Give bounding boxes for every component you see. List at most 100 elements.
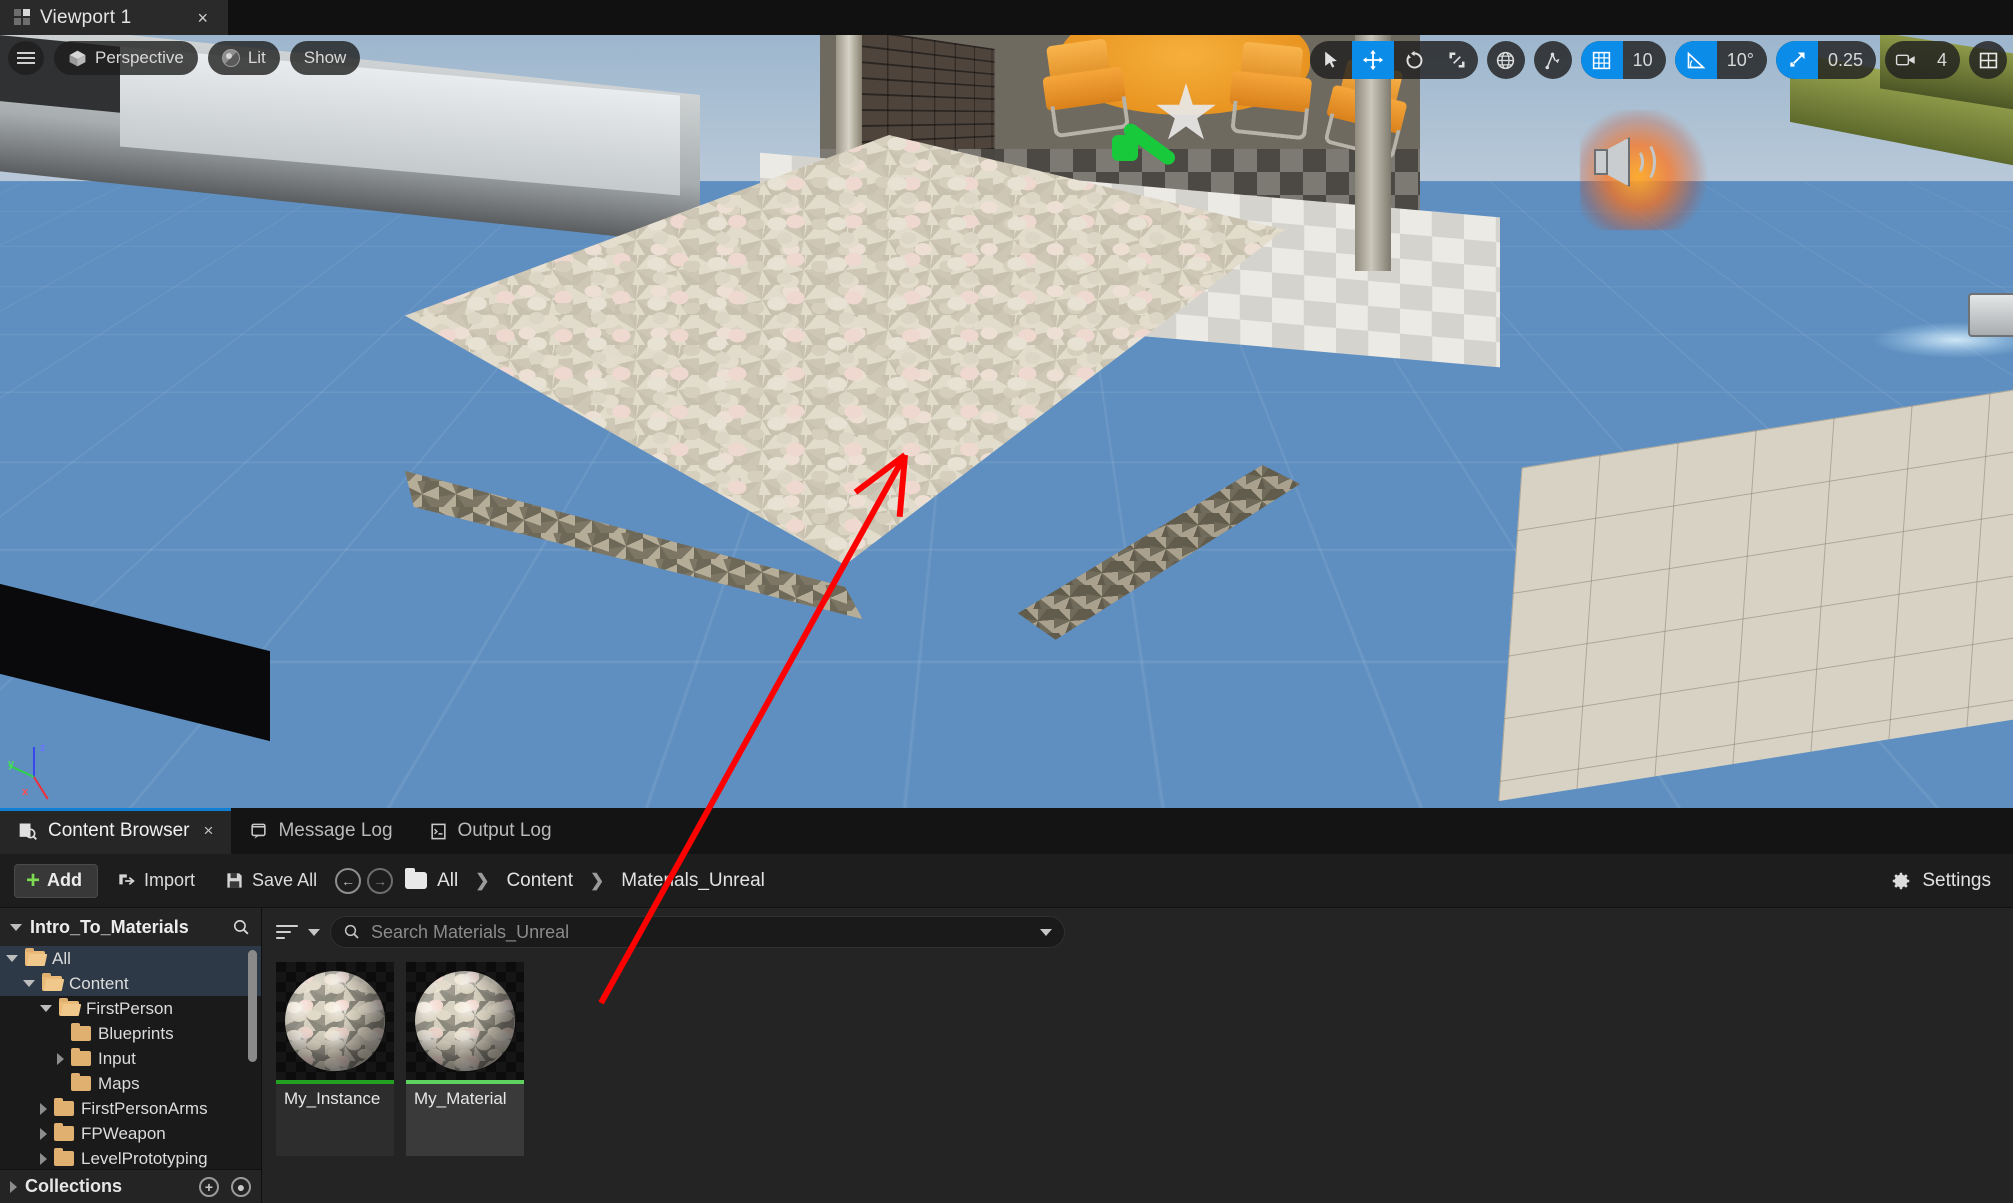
filter-icon[interactable] [276,924,298,940]
axis-label-x: x [22,786,29,798]
tab-viewport-1[interactable]: Viewport 1 × [0,0,228,35]
tree-node-label: Maps [98,1073,140,1093]
import-button[interactable]: Import [104,864,207,898]
collections-header[interactable]: Collections + ● [0,1169,261,1203]
tree-node-label: Input [98,1048,136,1068]
viewport-green-gizmo[interactable] [1112,93,1188,168]
camera-speed-group: 4 [1884,41,1960,79]
breadcrumb-item-content[interactable]: Content [502,870,577,892]
asset-tile[interactable]: My_Instance [276,962,394,1156]
search-placeholder: Search Materials_Unreal [371,921,570,942]
close-icon[interactable]: × [193,7,212,29]
chevron-down-icon[interactable] [10,923,22,931]
viewport-menu-button[interactable] [8,41,44,75]
breadcrumb-item-all[interactable]: All [433,870,462,892]
viewport-toolbar-left: Perspective Lit Show [8,41,361,75]
asset-tile[interactable]: My_Material [406,962,524,1156]
tree-header[interactable]: Intro_To_Materials [0,908,261,946]
scale-tool-button[interactable] [1436,41,1478,79]
folder-icon [42,973,62,991]
scale-snap-value[interactable]: 0.25 [1818,41,1876,79]
scale-snap-button[interactable] [1775,41,1818,79]
viewport-water-particles [1700,280,2013,400]
show-menu-label: Show [303,48,347,67]
audio-source-icon[interactable] [1594,133,1666,195]
folder-icon [71,1073,91,1091]
chevron-down-icon[interactable] [308,928,320,936]
view-mode-button[interactable]: Lit [207,41,280,75]
source-tree-panel: Intro_To_Materials All Content FirstPerson… [0,908,262,1203]
viewport-layout-button[interactable] [1969,41,2007,79]
asset-thumbnail [406,962,524,1080]
level-viewport[interactable]: z y x Perspective Lit Show 10 10° 0.25 4 [0,35,2013,808]
show-menu-button[interactable]: Show [289,41,361,75]
tree-node-maps[interactable]: Maps [0,1071,261,1096]
search-icon [344,924,359,939]
add-button[interactable]: + Add [14,863,99,898]
forward-arrow-icon[interactable]: → [367,867,394,894]
camera-speed-button[interactable] [1885,41,1927,79]
angle-snap-value[interactable]: 10° [1717,41,1767,79]
collections-label: Collections [25,1176,123,1196]
tab-output-log[interactable]: Output Log [411,808,570,854]
content-browser-toolbar: + Add Import Save All ← → All ❯ Content … [0,854,2013,908]
tree-scrollbar[interactable] [248,950,257,1062]
camera-mode-button[interactable]: Perspective [54,41,198,75]
camera-speed-value[interactable]: 4 [1927,41,1960,79]
back-arrow-icon[interactable]: ← [335,867,362,894]
move-tool-button[interactable] [1351,41,1394,79]
chevron-right-icon[interactable] [40,1102,47,1115]
breadcrumb-item-materials-unreal[interactable]: Materials_Unreal [617,870,769,892]
chevron-down-icon[interactable] [40,1005,52,1012]
chevron-right-icon[interactable] [40,1127,47,1140]
rotate-icon [1406,50,1423,68]
angle-snap-button[interactable] [1674,41,1717,79]
chevron-right-icon[interactable] [10,1180,17,1193]
panel-tab-strip: Content Browser × Message Log Output Log [0,808,2013,854]
plus-circle-icon[interactable]: + [199,1176,219,1197]
chevron-down-icon[interactable] [6,955,18,962]
tree-node-label: FirstPersonArms [81,1098,208,1118]
chevron-down-icon[interactable] [1040,928,1052,936]
close-icon[interactable]: × [204,821,214,841]
tree-node-input[interactable]: Input [0,1046,261,1071]
tree-node-fpweapon[interactable]: FPWeapon [0,1121,261,1146]
chevron-down-icon[interactable] [23,980,35,987]
tab-content-browser[interactable]: Content Browser × [0,808,232,854]
tree-node-firstpersonarms[interactable]: FirstPersonArms [0,1096,261,1121]
tree-node-label: Content [69,973,129,993]
chevron-right-icon[interactable] [57,1052,64,1065]
select-tool-button[interactable] [1310,41,1352,79]
tree-node-firstperson[interactable]: FirstPerson [0,996,261,1021]
tab-message-log[interactable]: Message Log [231,808,410,854]
scale-diagonal-icon [1790,52,1805,67]
grid-icon [1593,51,1611,69]
settings-button[interactable]: Settings [1890,870,1999,892]
axis-orientation-gizmo: z y x [8,736,72,800]
search-input[interactable]: Search Materials_Unreal [330,916,1065,948]
breadcrumb-separator: ❯ [475,870,490,890]
search-circle-icon[interactable]: ● [231,1176,251,1197]
grid-snap-value[interactable]: 10 [1623,41,1666,79]
tree-node-content[interactable]: Content [0,971,261,996]
folder-tree[interactable]: All Content FirstPerson Blueprints Input Maps… [0,946,261,1169]
grid-snap-button[interactable] [1580,41,1623,79]
save-icon [227,873,242,888]
save-all-button[interactable]: Save All [213,864,329,898]
chevron-right-icon[interactable] [40,1152,47,1165]
search-icon[interactable] [232,918,251,937]
rotate-tool-button[interactable] [1394,41,1436,79]
tab-label: Output Log [457,820,552,841]
folder-icon [54,1098,74,1116]
plus-icon: + [26,866,41,894]
tree-node-all[interactable]: All [0,946,261,971]
asset-grid[interactable]: My_Instance My_Material [262,956,2013,1203]
asset-thumbnail [276,962,394,1080]
folder-icon [54,1148,74,1166]
cube-icon [69,50,86,66]
surface-snapping-button[interactable] [1533,41,1572,79]
coordinate-system-button[interactable] [1486,41,1525,79]
scale-snap-group: 0.25 [1775,41,1876,79]
tree-node-blueprints[interactable]: Blueprints [0,1021,261,1046]
tree-node-levelprototyping[interactable]: LevelPrototyping [0,1146,261,1169]
